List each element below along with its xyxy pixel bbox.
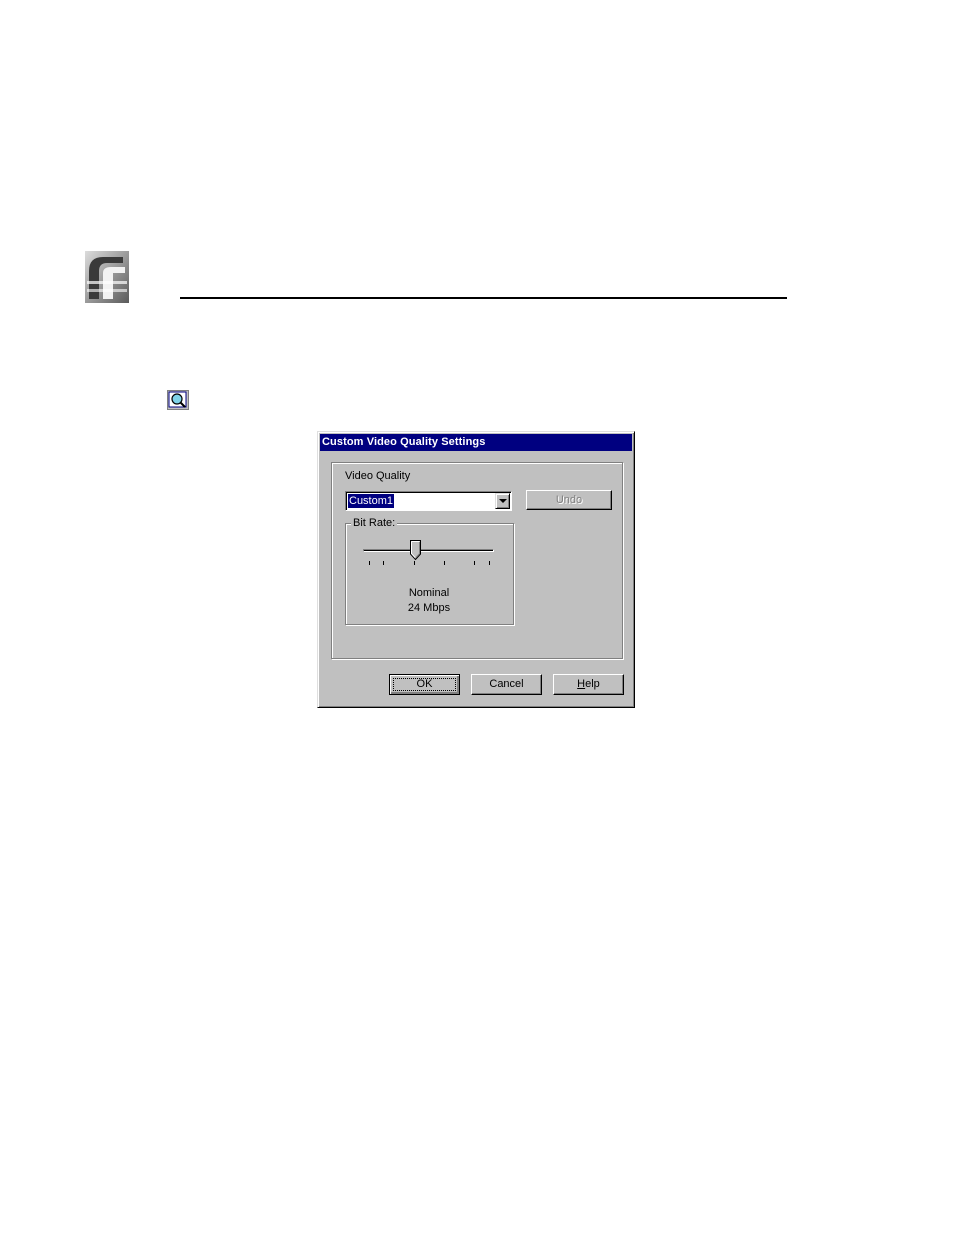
video-quality-combobox[interactable]: Custom1: [345, 491, 512, 511]
custom-video-quality-dialog: Custom Video Quality Settings Video Qual…: [317, 431, 635, 708]
nominal-label: Nominal: [408, 587, 450, 599]
header-rule: [180, 297, 787, 299]
cancel-button[interactable]: Cancel: [471, 674, 542, 695]
bit-rate-label: Bit Rate:: [351, 516, 398, 530]
slider-tick: [383, 561, 384, 565]
product-logo-icon: [85, 251, 129, 303]
video-quality-selected-value: Custom1: [348, 494, 395, 508]
bit-rate-slider-track[interactable]: [363, 549, 494, 552]
slider-tick: [489, 561, 490, 565]
slider-tick: [474, 561, 475, 565]
video-quality-label: Video Quality: [345, 470, 411, 482]
slider-tick: [414, 561, 415, 565]
slider-thumb-icon[interactable]: [409, 540, 421, 560]
help-button[interactable]: Help: [553, 674, 624, 695]
slider-tick: [444, 561, 445, 565]
dialog-titlebar[interactable]: Custom Video Quality Settings: [320, 434, 632, 451]
help-label: elp: [585, 678, 600, 690]
slider-tick: [369, 561, 370, 565]
ok-button[interactable]: OK: [389, 674, 460, 695]
dropdown-arrow-icon[interactable]: [495, 493, 510, 509]
undo-button[interactable]: Undo: [526, 490, 612, 510]
magnifier-note-icon: [167, 390, 189, 410]
bit-rate-value: 24 Mbps: [407, 602, 451, 614]
